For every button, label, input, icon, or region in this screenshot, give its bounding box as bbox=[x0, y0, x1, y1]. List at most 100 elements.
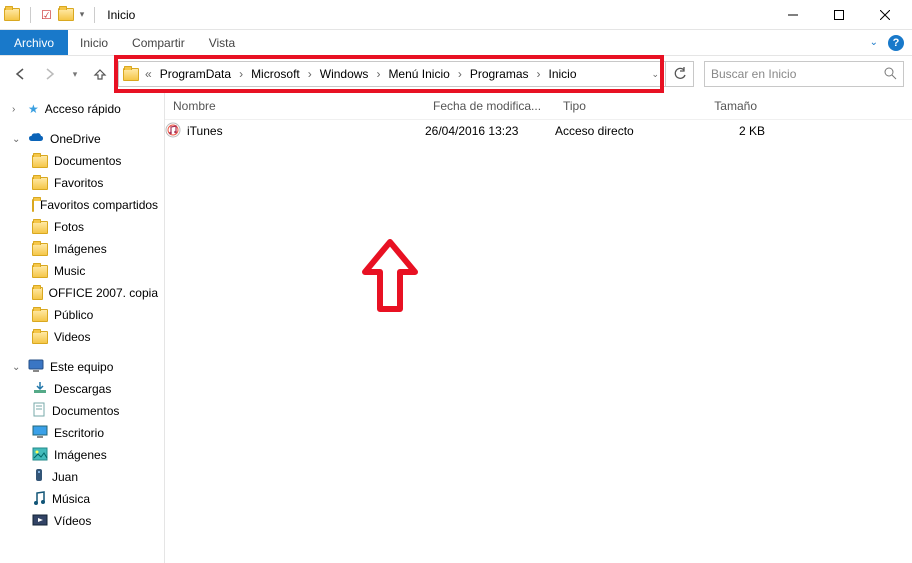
chevron-icon[interactable]: › bbox=[306, 67, 314, 81]
chevron-icon[interactable]: › bbox=[535, 67, 543, 81]
sidebar-item[interactable]: Documentos bbox=[0, 150, 164, 172]
folder-icon bbox=[32, 155, 48, 168]
annotation-arrow bbox=[360, 237, 420, 317]
breadcrumb-item[interactable]: Menú Inicio bbox=[384, 65, 453, 83]
navigation-bar: ▾ « ProgramData › Microsoft › Windows › … bbox=[0, 56, 912, 92]
folder-icon bbox=[32, 287, 43, 300]
sidebar-item-label: Fotos bbox=[54, 220, 84, 234]
expand-icon[interactable]: › bbox=[12, 104, 22, 115]
folder-icon bbox=[32, 309, 48, 322]
minimize-button[interactable] bbox=[770, 0, 816, 30]
qat-folder-icon[interactable] bbox=[58, 8, 74, 21]
search-placeholder: Buscar en Inicio bbox=[711, 67, 796, 81]
file-list[interactable]: Nombre Fecha de modifica... Tipo Tamaño … bbox=[165, 92, 912, 563]
sidebar-item-label: Imágenes bbox=[54, 242, 107, 256]
collapse-icon[interactable]: ⌄ bbox=[12, 362, 22, 373]
back-button[interactable] bbox=[8, 62, 32, 86]
folder-icon bbox=[32, 468, 46, 487]
sidebar-item-label: Videos bbox=[54, 330, 90, 344]
sidebar-item-label: Este equipo bbox=[50, 360, 113, 374]
address-dropdown-icon[interactable]: ⌄ bbox=[651, 69, 661, 80]
search-icon[interactable] bbox=[883, 66, 897, 83]
column-name[interactable]: Nombre bbox=[165, 99, 425, 113]
sidebar-item-label: Descargas bbox=[54, 382, 111, 396]
breadcrumb-item[interactable]: Microsoft bbox=[247, 65, 304, 83]
app-icon bbox=[4, 8, 20, 21]
sidebar-quick-access[interactable]: › ★ Acceso rápido bbox=[0, 98, 164, 120]
sidebar-item[interactable]: Fotos bbox=[0, 216, 164, 238]
close-button[interactable] bbox=[862, 0, 908, 30]
ribbon-tabs: Archivo Inicio Compartir Vista ⌄ ? bbox=[0, 30, 912, 56]
ribbon-expand-icon[interactable]: ⌄ bbox=[870, 37, 878, 48]
file-size: 2 KB bbox=[675, 124, 765, 138]
file-row[interactable]: iTunes 26/04/2016 13:23 Acceso directo 2… bbox=[165, 120, 912, 142]
sidebar-item[interactable]: Documentos bbox=[0, 400, 164, 422]
sidebar-item[interactable]: Favoritos bbox=[0, 172, 164, 194]
recent-dropdown[interactable]: ▾ bbox=[68, 62, 82, 86]
sidebar-item[interactable]: Música bbox=[0, 488, 164, 510]
sidebar-item[interactable]: Favoritos compartidos bbox=[0, 194, 164, 216]
folder-icon bbox=[32, 490, 46, 509]
column-type[interactable]: Tipo bbox=[555, 99, 675, 113]
navigation-pane[interactable]: › ★ Acceso rápido ⌄ OneDrive Documentos F… bbox=[0, 92, 165, 563]
sidebar-item-label: Documentos bbox=[54, 154, 121, 168]
sidebar-item[interactable]: Videos bbox=[0, 326, 164, 348]
sidebar-item-label: Escritorio bbox=[54, 426, 104, 440]
chevron-icon[interactable]: › bbox=[237, 67, 245, 81]
tab-inicio[interactable]: Inicio bbox=[68, 30, 120, 55]
breadcrumb-item[interactable]: Programas bbox=[466, 65, 533, 83]
breadcrumb-item[interactable]: Inicio bbox=[545, 65, 581, 83]
sidebar-onedrive[interactable]: ⌄ OneDrive bbox=[0, 128, 164, 150]
breadcrumb-item[interactable]: ProgramData bbox=[156, 65, 235, 83]
collapse-icon[interactable]: ⌄ bbox=[12, 134, 22, 145]
sidebar-item-label: Favoritos bbox=[54, 176, 103, 190]
help-icon[interactable]: ? bbox=[888, 35, 904, 51]
sidebar-item-label: Música bbox=[52, 492, 90, 506]
sidebar-item-label: Music bbox=[54, 264, 85, 278]
folder-icon bbox=[32, 265, 48, 278]
sidebar-item[interactable]: Público bbox=[0, 304, 164, 326]
sidebar-item-label: Vídeos bbox=[54, 514, 91, 528]
sidebar-this-pc[interactable]: ⌄ Este equipo bbox=[0, 356, 164, 378]
folder-icon bbox=[32, 447, 48, 464]
sidebar-item-label: OneDrive bbox=[50, 132, 101, 146]
file-type: Acceso directo bbox=[555, 124, 675, 138]
column-date[interactable]: Fecha de modifica... bbox=[425, 99, 555, 113]
file-menu[interactable]: Archivo bbox=[0, 30, 68, 55]
folder-icon bbox=[32, 402, 46, 421]
sidebar-item[interactable]: Imágenes bbox=[0, 444, 164, 466]
sidebar-item[interactable]: Music bbox=[0, 260, 164, 282]
sidebar-item[interactable]: OFFICE 2007. copia bbox=[0, 282, 164, 304]
tab-compartir[interactable]: Compartir bbox=[120, 30, 197, 55]
itunes-icon bbox=[165, 122, 181, 141]
sidebar-item-label: Público bbox=[54, 308, 93, 322]
chevron-icon[interactable]: › bbox=[456, 67, 464, 81]
chevron-icon[interactable]: « bbox=[143, 67, 154, 81]
address-bar[interactable]: « ProgramData › Microsoft › Windows › Me… bbox=[118, 61, 666, 87]
sidebar-item-label: Documentos bbox=[52, 404, 119, 418]
qat-checkbox-icon[interactable]: ☑ bbox=[41, 8, 52, 22]
folder-icon bbox=[32, 243, 48, 256]
column-headers[interactable]: Nombre Fecha de modifica... Tipo Tamaño bbox=[165, 92, 912, 120]
chevron-icon[interactable]: › bbox=[374, 67, 382, 81]
sidebar-item[interactable]: Vídeos bbox=[0, 510, 164, 532]
folder-icon bbox=[32, 331, 48, 344]
qat-dropdown-icon[interactable]: ▾ bbox=[80, 9, 85, 20]
maximize-button[interactable] bbox=[816, 0, 862, 30]
up-button[interactable] bbox=[88, 62, 112, 86]
search-input[interactable]: Buscar en Inicio bbox=[704, 61, 904, 87]
forward-button[interactable] bbox=[38, 62, 62, 86]
sidebar-item[interactable]: Descargas bbox=[0, 378, 164, 400]
column-size[interactable]: Tamaño bbox=[675, 99, 765, 113]
refresh-button[interactable] bbox=[666, 61, 694, 87]
folder-icon bbox=[32, 177, 48, 190]
star-icon: ★ bbox=[28, 102, 39, 116]
sidebar-item-label: OFFICE 2007. copia bbox=[49, 286, 158, 300]
address-folder-icon bbox=[123, 68, 139, 81]
tab-vista[interactable]: Vista bbox=[197, 30, 247, 55]
sidebar-item[interactable]: Juan bbox=[0, 466, 164, 488]
folder-icon bbox=[32, 221, 48, 234]
sidebar-item[interactable]: Imágenes bbox=[0, 238, 164, 260]
breadcrumb-item[interactable]: Windows bbox=[316, 65, 373, 83]
sidebar-item[interactable]: Escritorio bbox=[0, 422, 164, 444]
